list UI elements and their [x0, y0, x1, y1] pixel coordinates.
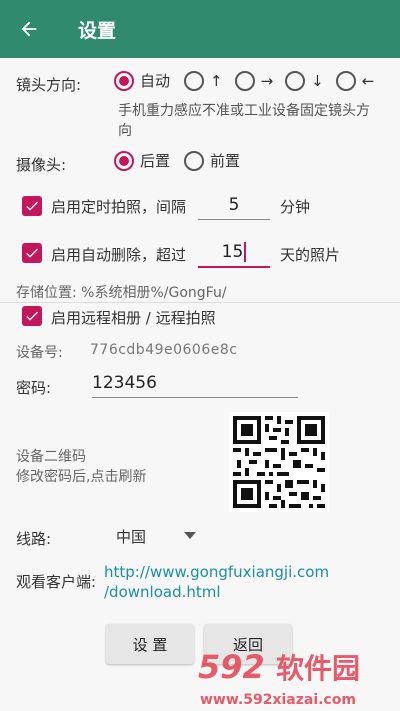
orientation-note-line1: 手机重力感应不准或工业设备固定镜头方 — [118, 103, 370, 119]
arrow-left-icon — [21, 21, 37, 37]
client-download-link[interactable]: http://www.gongfuxiangji.com — [104, 563, 329, 581]
dropdown-arrow-icon — [184, 532, 196, 539]
route-select[interactable]: 中国 — [112, 520, 204, 552]
orientation-note-line2: 向 — [118, 123, 132, 139]
password-label: 密码: — [16, 379, 52, 397]
orientation-radio-group: 自动 ↑ → ↓ ← — [114, 70, 374, 91]
orientation-option-auto: 自动 — [140, 72, 171, 90]
camera-option-front: 前置 — [210, 152, 241, 170]
orientation-option-up: ↑ — [210, 71, 223, 90]
camera-option-rear: 后置 — [140, 152, 171, 170]
orientation-option-left: ← — [361, 71, 375, 90]
client-label: 观看客户端: — [16, 573, 97, 591]
check-icon — [26, 201, 38, 211]
svg-text:592: 592 — [198, 648, 265, 686]
timer-unit: 分钟 — [280, 198, 311, 216]
client-download-link-line2[interactable]: /download.html — [104, 583, 221, 601]
storage-location: 存储位置: %系统相册%/GongFu/ — [16, 285, 227, 301]
password-input[interactable]: 123456 — [92, 368, 298, 398]
svg-text:www.592xiazai.com: www.592xiazai.com — [200, 692, 356, 708]
orientation-radio-up[interactable] — [184, 70, 205, 91]
orientation-radio-right[interactable] — [234, 70, 255, 91]
app-bar: 设置 — [0, 0, 400, 58]
settings-button[interactable]: 设 置 — [106, 624, 194, 664]
remote-label: 启用远程相册 / 远程拍照 — [51, 309, 216, 327]
timer-checkbox[interactable] — [22, 196, 42, 216]
remote-checkbox[interactable] — [22, 306, 42, 326]
autodelete-days-value: 15 — [221, 242, 244, 262]
divider — [0, 302, 400, 303]
device-id-value: 776cdb49e0606e8c — [90, 342, 238, 358]
qr-code-icon — [229, 412, 329, 512]
autodelete-unit: 天的照片 — [280, 246, 341, 264]
orientation-option-down: ↓ — [311, 71, 324, 90]
watermark: 592 软件园 www.592xiazai.com — [190, 640, 400, 711]
orientation-option-right: → — [260, 71, 274, 90]
timer-label: 启用定时拍照，间隔 — [51, 198, 187, 216]
qr-code-image[interactable] — [229, 412, 329, 512]
page-title: 设置 — [78, 19, 117, 42]
check-icon — [26, 248, 38, 258]
route-selected-value: 中国 — [116, 527, 147, 546]
svg-text:软件园: 软件园 — [276, 652, 360, 685]
autodelete-days-input[interactable]: 15 — [198, 238, 270, 268]
back-button[interactable] — [0, 0, 58, 58]
check-icon — [26, 311, 38, 321]
camera-radio-rear[interactable] — [114, 150, 134, 171]
autodelete-label: 启用自动删除，超过 — [51, 246, 187, 264]
device-label: 设备号: — [16, 345, 63, 361]
orientation-radio-left[interactable] — [335, 70, 356, 91]
orientation-radio-auto[interactable] — [114, 70, 134, 91]
camera-label: 摄像头: — [16, 156, 67, 174]
qrcode-label: 设备二维码 — [16, 449, 86, 465]
camera-radio-group: 后置 前置 — [114, 150, 240, 171]
route-label: 线路: — [16, 530, 52, 548]
camera-radio-front[interactable] — [184, 150, 205, 171]
orientation-label: 镜头方向: — [16, 76, 82, 94]
watermark-logo: 592 软件园 www.592xiazai.com — [198, 648, 360, 708]
qrcode-hint: 修改密码后,点击刷新 — [16, 469, 147, 485]
timer-interval-input[interactable]: 5 — [198, 190, 270, 220]
orientation-radio-down[interactable] — [285, 70, 306, 91]
autodelete-checkbox[interactable] — [22, 243, 42, 263]
text-cursor — [244, 242, 247, 262]
